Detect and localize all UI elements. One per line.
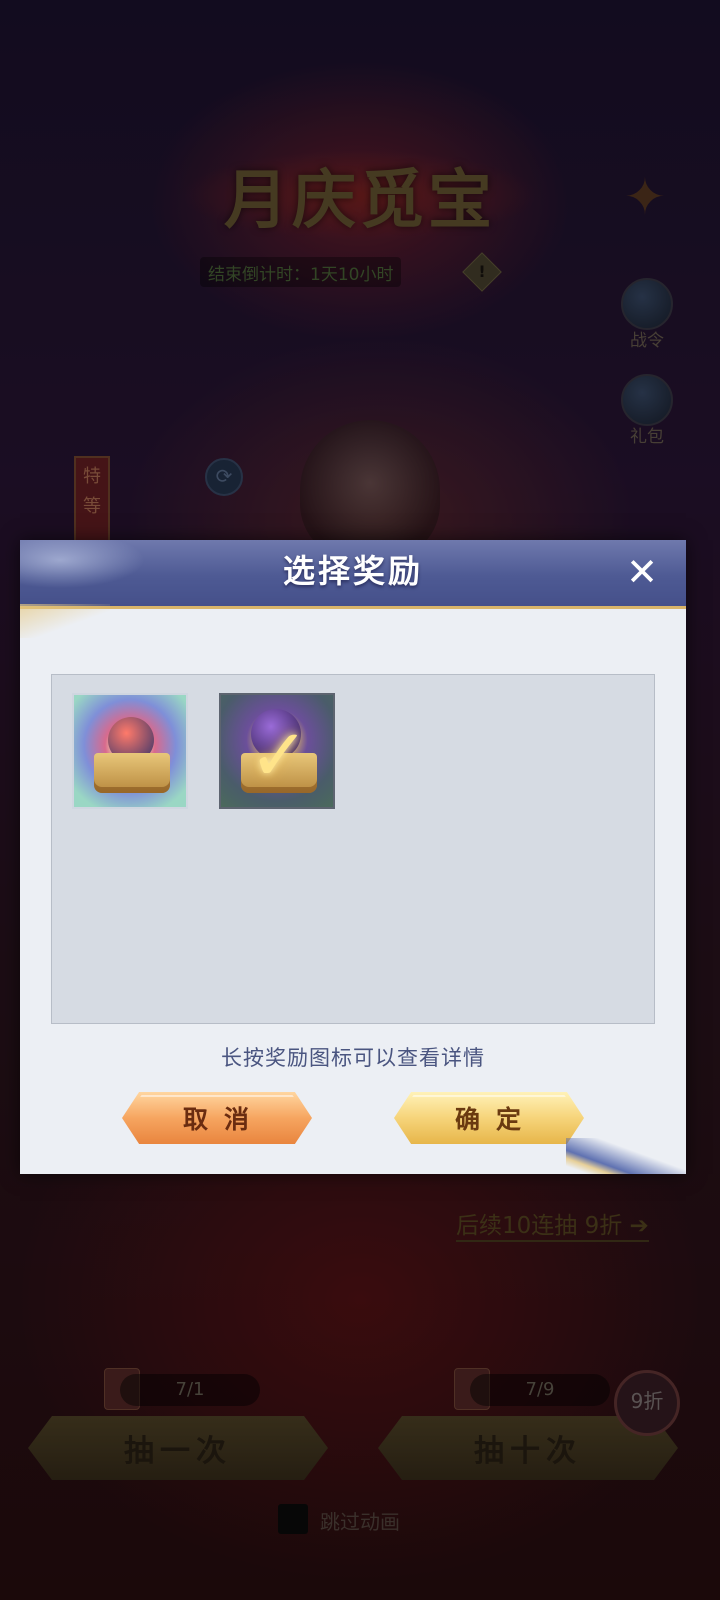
check-icon: ✓ — [248, 713, 310, 797]
close-button[interactable]: ✕ — [622, 550, 662, 594]
cancel-button[interactable]: 取消 — [122, 1092, 312, 1144]
gold-flourish-decoration — [20, 604, 110, 638]
close-icon: ✕ — [626, 550, 658, 594]
reward-list-panel: ✓ — [51, 674, 655, 1024]
dialog-title: 选择奖励 — [282, 552, 423, 590]
confirm-button[interactable]: 确定 — [394, 1092, 584, 1144]
corner-decoration — [566, 1138, 686, 1174]
confirm-label: 确定 — [454, 1105, 537, 1134]
cancel-label: 取消 — [182, 1105, 265, 1134]
select-reward-dialog: 选择奖励 ✕ ✓ 长按奖励图标可以查看详情 取消 确定 — [20, 540, 686, 1174]
reward-chest-icon — [94, 753, 170, 793]
reward-item-selected[interactable]: ✓ — [219, 693, 335, 809]
reward-item[interactable] — [72, 693, 188, 809]
dialog-header: 选择奖励 ✕ — [20, 540, 686, 609]
hint-text: 长按奖励图标可以查看详情 — [221, 1046, 485, 1070]
